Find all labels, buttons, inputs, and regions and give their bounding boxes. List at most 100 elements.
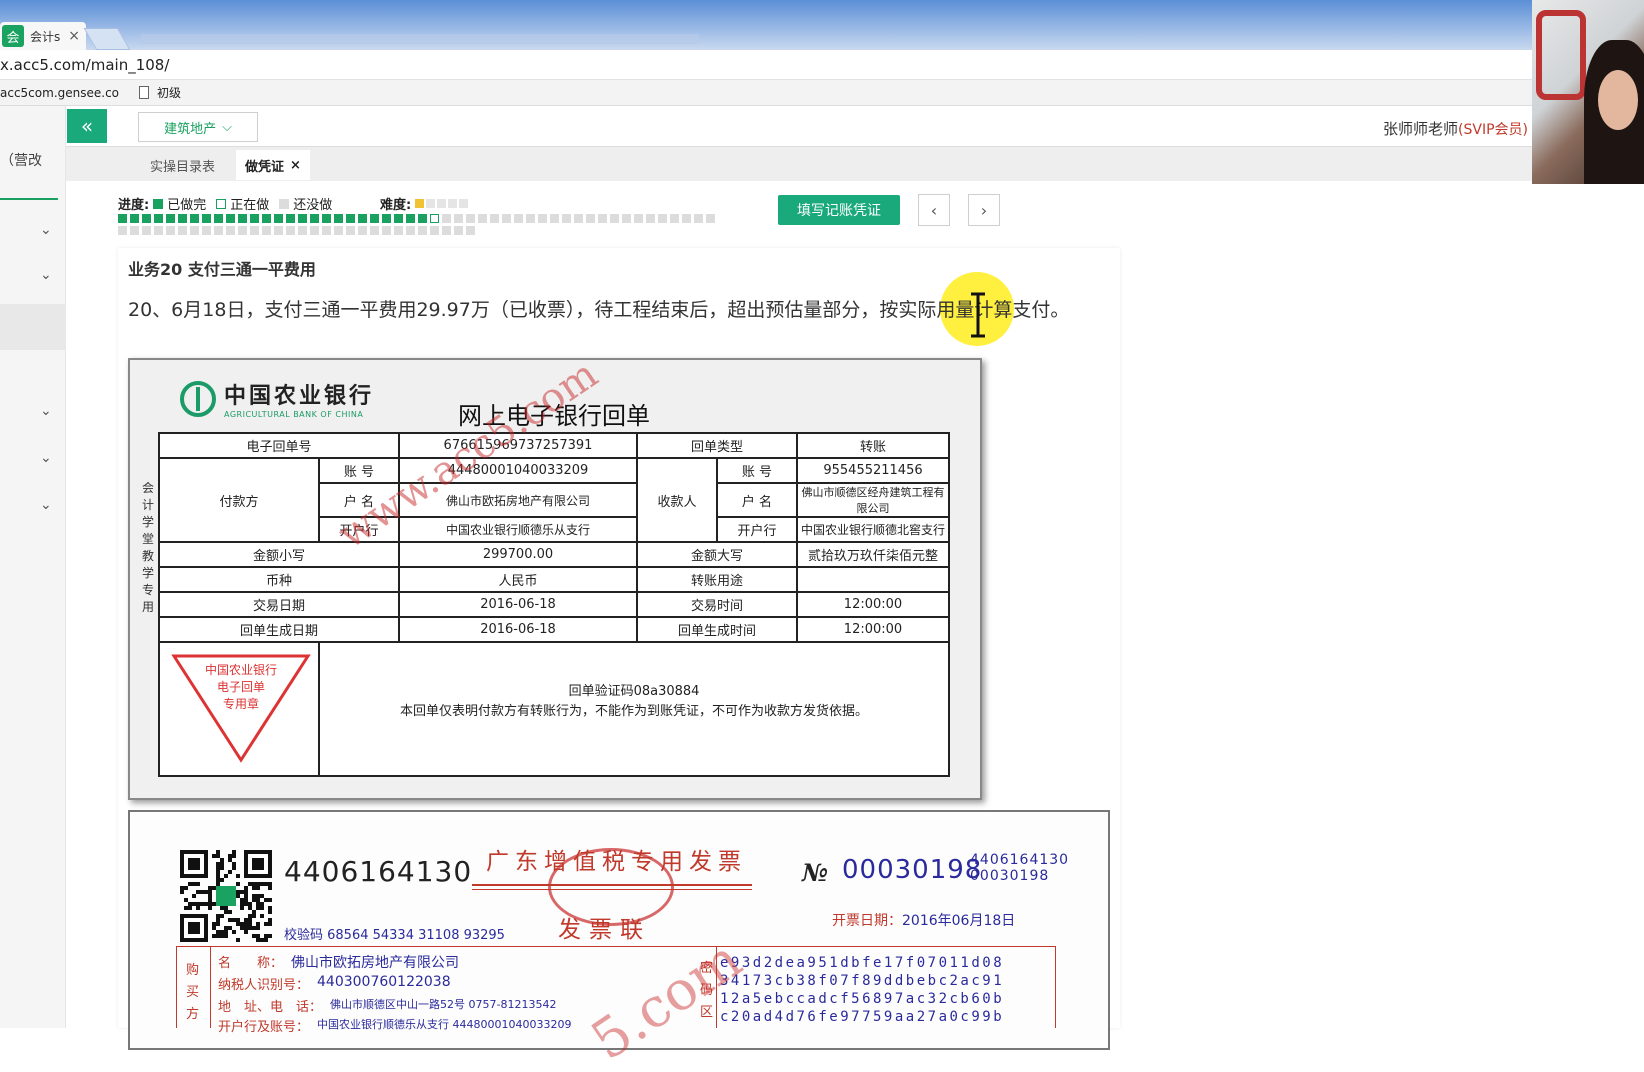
progress-cell[interactable]: [634, 214, 643, 223]
progress-cell[interactable]: [526, 214, 535, 223]
progress-cell[interactable]: [322, 226, 331, 235]
progress-cell[interactable]: [514, 214, 523, 223]
fill-voucher-button[interactable]: 填写记账凭证: [778, 195, 900, 225]
progress-cell[interactable]: [214, 226, 223, 235]
progress-cell[interactable]: [190, 214, 199, 223]
tab-voucher[interactable]: 做凭证 ×: [236, 150, 310, 180]
industry-dropdown[interactable]: 建筑地产 ⌵: [138, 112, 258, 142]
progress-cell[interactable]: [142, 226, 151, 235]
progress-cell[interactable]: [574, 214, 583, 223]
tab-catalog[interactable]: 实操目录表: [150, 156, 215, 175]
progress-cell[interactable]: [586, 214, 595, 223]
progress-cell[interactable]: [358, 226, 367, 235]
progress-cell[interactable]: [418, 214, 427, 223]
progress-cell[interactable]: [250, 226, 259, 235]
collapse-sidebar-button[interactable]: «: [67, 109, 107, 143]
progress-cell[interactable]: [214, 214, 223, 223]
background-tabs[interactable]: [140, 34, 700, 44]
progress-cell[interactable]: [478, 214, 487, 223]
url-text[interactable]: x.acc5.com/main_108/: [0, 56, 169, 74]
progress-cell[interactable]: [454, 226, 463, 235]
progress-cell[interactable]: [454, 214, 463, 223]
progress-cell[interactable]: [466, 214, 475, 223]
progress-cell[interactable]: [610, 214, 619, 223]
progress-cell[interactable]: [622, 214, 631, 223]
progress-cell[interactable]: [658, 214, 667, 223]
progress-cell[interactable]: [346, 226, 355, 235]
progress-cell[interactable]: [322, 214, 331, 223]
bookmark-gensee[interactable]: acc5com.gensee.co: [0, 86, 119, 100]
progress-cell[interactable]: [190, 226, 199, 235]
progress-cell[interactable]: [370, 214, 379, 223]
close-tab-icon[interactable]: ×: [68, 28, 80, 44]
progress-cell[interactable]: [298, 214, 307, 223]
progress-cell[interactable]: [118, 226, 127, 235]
chevron-down-icon[interactable]: ⌄: [40, 403, 54, 419]
progress-cell[interactable]: [202, 214, 211, 223]
prev-button[interactable]: ‹: [918, 194, 950, 226]
progress-cell[interactable]: [154, 226, 163, 235]
progress-cell[interactable]: [238, 214, 247, 223]
progress-cell[interactable]: [310, 214, 319, 223]
next-button[interactable]: ›: [968, 194, 1000, 226]
progress-cell[interactable]: [670, 214, 679, 223]
progress-cell[interactable]: [370, 226, 379, 235]
progress-cell[interactable]: [262, 214, 271, 223]
progress-cell[interactable]: [598, 214, 607, 223]
progress-cell[interactable]: [178, 226, 187, 235]
progress-cell[interactable]: [538, 214, 547, 223]
progress-cell[interactable]: [262, 226, 271, 235]
progress-cell[interactable]: [202, 226, 211, 235]
progress-cell[interactable]: [394, 226, 403, 235]
progress-cell[interactable]: [334, 226, 343, 235]
progress-cell[interactable]: [358, 214, 367, 223]
progress-cell[interactable]: [706, 214, 715, 223]
progress-cell[interactable]: [646, 214, 655, 223]
progress-cell[interactable]: [430, 214, 439, 223]
progress-cell[interactable]: [406, 214, 415, 223]
address-bar[interactable]: x.acc5.com/main_108/: [0, 50, 1532, 80]
progress-cell[interactable]: [394, 214, 403, 223]
progress-cell[interactable]: [286, 214, 295, 223]
progress-cell[interactable]: [142, 214, 151, 223]
chevron-down-icon[interactable]: ⌄: [40, 267, 54, 283]
progress-cell[interactable]: [154, 214, 163, 223]
progress-cell[interactable]: [694, 214, 703, 223]
progress-cell[interactable]: [310, 226, 319, 235]
chevron-down-icon[interactable]: ⌄: [40, 222, 54, 238]
progress-cell[interactable]: [166, 226, 175, 235]
progress-cell[interactable]: [442, 226, 451, 235]
sidebar-item-label[interactable]: （营改: [0, 150, 42, 170]
progress-cell[interactable]: [466, 226, 475, 235]
close-icon[interactable]: ×: [290, 158, 301, 173]
progress-cell[interactable]: [550, 214, 559, 223]
progress-cell[interactable]: [118, 214, 127, 223]
progress-cell[interactable]: [238, 226, 247, 235]
progress-cell[interactable]: [502, 214, 511, 223]
sidebar-item-highlight[interactable]: [0, 304, 66, 350]
progress-cell[interactable]: [226, 214, 235, 223]
progress-cell[interactable]: [382, 226, 391, 235]
progress-cell[interactable]: [274, 226, 283, 235]
progress-cell[interactable]: [346, 214, 355, 223]
chevron-down-icon[interactable]: ⌄: [40, 450, 54, 466]
progress-cell[interactable]: [382, 214, 391, 223]
progress-cell[interactable]: [418, 226, 427, 235]
progress-cell[interactable]: [166, 214, 175, 223]
progress-cell[interactable]: [286, 226, 295, 235]
progress-cell[interactable]: [130, 214, 139, 223]
user-info[interactable]: 张师师老师(SVIP会员): [1383, 118, 1528, 139]
progress-cell[interactable]: [226, 226, 235, 235]
progress-cell[interactable]: [562, 214, 571, 223]
browser-tab-active[interactable]: 会 会计s ×: [0, 22, 86, 50]
progress-cell[interactable]: [406, 226, 415, 235]
progress-cell[interactable]: [430, 226, 439, 235]
progress-cell[interactable]: [682, 214, 691, 223]
progress-cell[interactable]: [490, 214, 499, 223]
progress-cell[interactable]: [130, 226, 139, 235]
progress-cell[interactable]: [334, 214, 343, 223]
progress-cell[interactable]: [250, 214, 259, 223]
bookmark-chuji[interactable]: 初级: [139, 84, 181, 101]
progress-cell[interactable]: [178, 214, 187, 223]
chevron-down-icon[interactable]: ⌄: [40, 497, 54, 513]
